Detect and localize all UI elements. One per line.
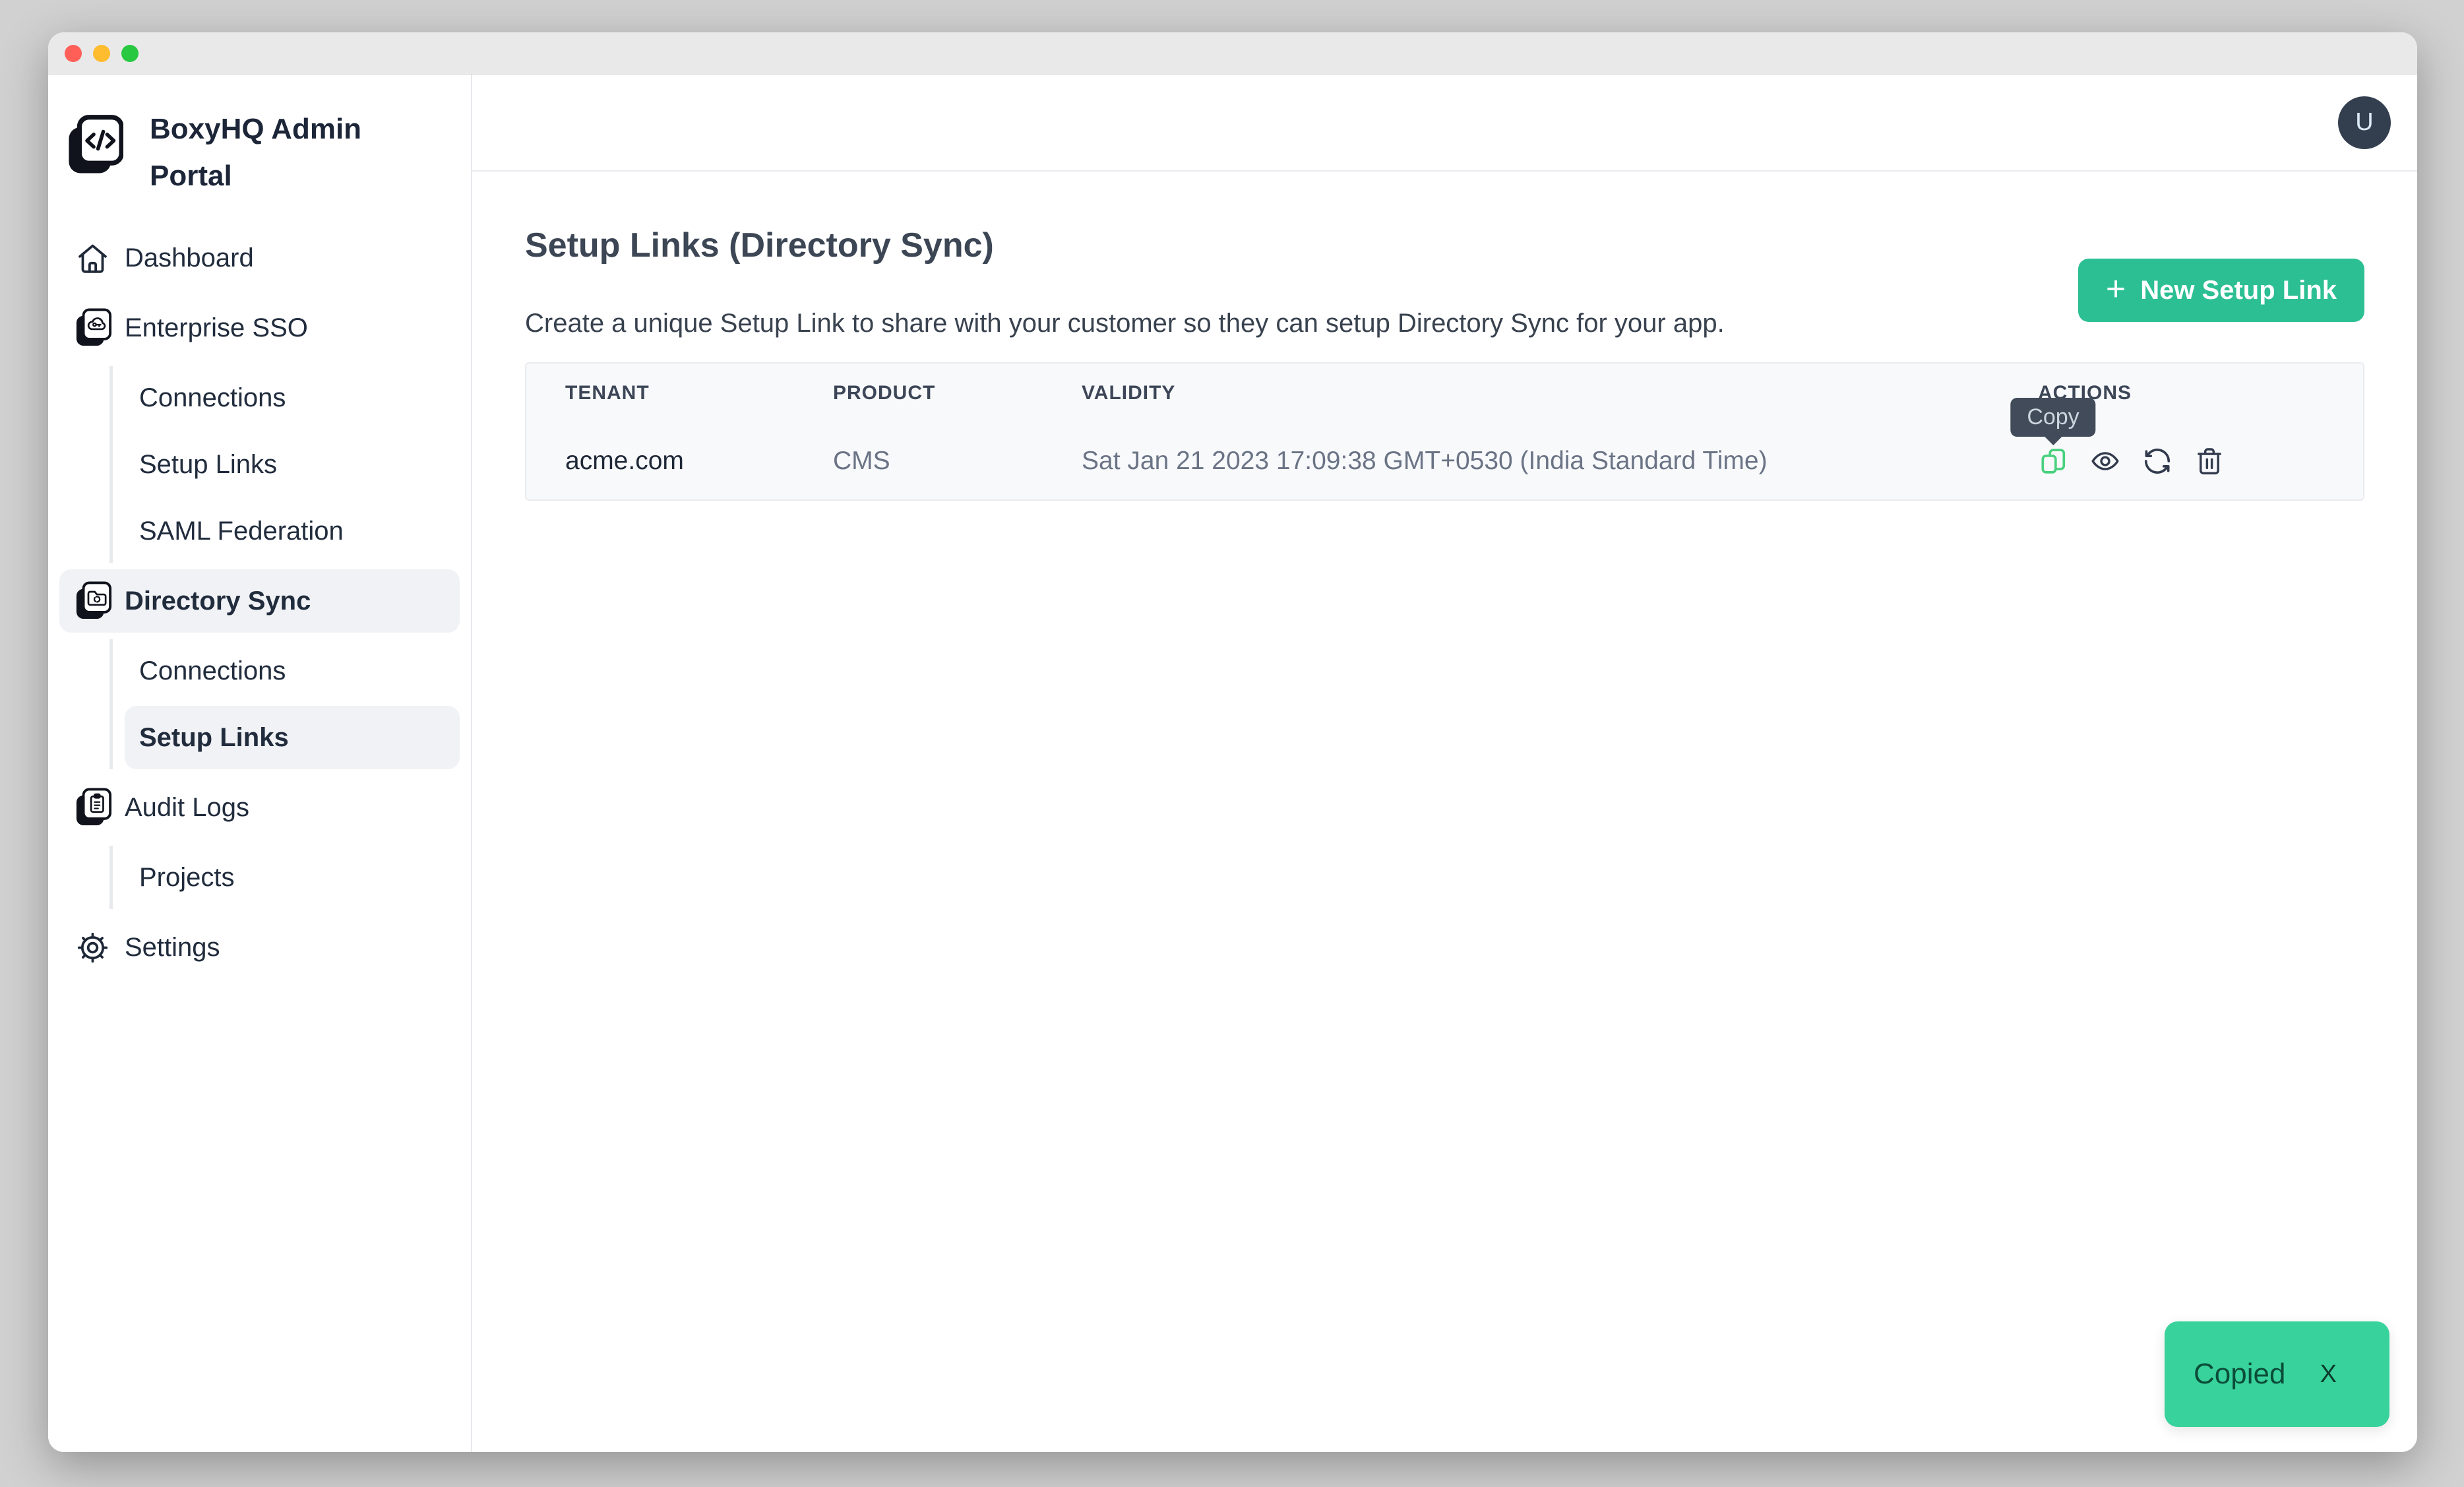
- sidebar: BoxyHQ Admin Portal Dashboard: [48, 75, 472, 1452]
- audit-logs-submenu: Projects: [109, 846, 460, 909]
- user-avatar[interactable]: U: [2338, 96, 2391, 149]
- sso-keycap-icon: [75, 308, 112, 348]
- app-window: BoxyHQ Admin Portal Dashboard: [48, 32, 2417, 1452]
- delete-link-button[interactable]: [2194, 446, 2225, 476]
- cell-tenant: acme.com: [526, 447, 833, 476]
- table-row: acme.com CMS Sat Jan 21 2023 17:09:38 GM…: [526, 422, 2363, 499]
- regenerate-icon: [2142, 446, 2172, 476]
- window-titlebar: [48, 32, 2417, 75]
- enterprise-sso-submenu: Connections Setup Links SAML Federation: [109, 366, 460, 563]
- trash-icon: [2194, 446, 2225, 476]
- brand: BoxyHQ Admin Portal: [48, 106, 471, 199]
- sidebar-subitem-sso-connections[interactable]: Connections: [125, 366, 460, 429]
- sidebar-item-label: Directory Sync: [125, 586, 311, 616]
- sidebar-item-label: Settings: [125, 933, 220, 963]
- sidebar-subitem-dsync-setup-links[interactable]: Setup Links: [125, 706, 460, 769]
- top-header-bar: U: [472, 75, 2417, 172]
- column-header-product: PRODUCT: [833, 382, 1082, 404]
- brand-title: BoxyHQ Admin Portal: [150, 106, 394, 199]
- directory-keycap-icon: [75, 581, 112, 621]
- app-body: BoxyHQ Admin Portal Dashboard: [48, 75, 2417, 1452]
- main-area: U Setup Links (Directory Sync) Create a …: [472, 75, 2417, 1452]
- gear-icon: [75, 928, 112, 967]
- plus-icon: +: [2106, 272, 2126, 306]
- sidebar-nav: Dashboard: [48, 226, 471, 979]
- new-setup-link-button[interactable]: + New Setup Link: [2078, 259, 2364, 322]
- toast-close-button[interactable]: X: [2320, 1360, 2337, 1389]
- sidebar-item-enterprise-sso[interactable]: Enterprise SSO: [59, 296, 460, 360]
- cell-validity: Sat Jan 21 2023 17:09:38 GMT+0530 (India…: [1082, 447, 2038, 476]
- new-setup-link-label: New Setup Link: [2140, 276, 2337, 305]
- sub-item-label: Connections: [139, 383, 286, 413]
- sidebar-subitem-dsync-connections[interactable]: Connections: [125, 639, 460, 703]
- sidebar-item-directory-sync[interactable]: Directory Sync: [59, 569, 460, 633]
- copy-tooltip: Copy: [2010, 398, 2095, 437]
- page-content: Setup Links (Directory Sync) Create a un…: [472, 172, 2417, 501]
- sidebar-subitem-projects[interactable]: Projects: [125, 846, 460, 909]
- regenerate-link-button[interactable]: [2142, 446, 2172, 476]
- copied-toast: Copied X: [2165, 1321, 2389, 1427]
- column-header-validity: VALIDITY: [1082, 382, 2038, 404]
- directory-sync-submenu: Connections Setup Links: [109, 639, 460, 769]
- cell-product: CMS: [833, 447, 1082, 476]
- sidebar-item-label: Dashboard: [125, 243, 254, 273]
- sub-item-label: SAML Federation: [139, 517, 344, 546]
- sub-item-label: Setup Links: [139, 723, 289, 753]
- sub-item-label: Projects: [139, 863, 235, 893]
- window-minimize-button[interactable]: [93, 45, 110, 62]
- window-close-button[interactable]: [65, 45, 82, 62]
- eye-icon: [2090, 446, 2120, 476]
- sub-item-label: Setup Links: [139, 450, 277, 480]
- setup-links-table: TENANT PRODUCT VALIDITY ACTIONS acme.com…: [525, 362, 2364, 501]
- boxyhq-logo-icon: [68, 115, 123, 174]
- sidebar-subitem-saml-federation[interactable]: SAML Federation: [125, 499, 460, 563]
- sidebar-subitem-sso-setup-links[interactable]: Setup Links: [125, 433, 460, 496]
- cell-actions: Copy: [2038, 446, 2363, 476]
- view-link-button[interactable]: [2090, 446, 2120, 476]
- home-icon: [75, 238, 112, 278]
- audit-keycap-icon: [75, 788, 112, 827]
- sidebar-item-label: Enterprise SSO: [125, 313, 308, 343]
- sidebar-item-settings[interactable]: Settings: [59, 916, 460, 979]
- copy-icon: [2038, 446, 2068, 476]
- window-maximize-button[interactable]: [121, 45, 139, 62]
- column-header-tenant: TENANT: [526, 382, 833, 404]
- sidebar-item-audit-logs[interactable]: Audit Logs: [59, 776, 460, 839]
- toast-message: Copied: [2194, 1358, 2285, 1391]
- copy-link-button[interactable]: Copy: [2038, 446, 2068, 476]
- sidebar-item-label: Audit Logs: [125, 793, 249, 823]
- sub-item-label: Connections: [139, 656, 286, 686]
- sidebar-item-dashboard[interactable]: Dashboard: [59, 226, 460, 290]
